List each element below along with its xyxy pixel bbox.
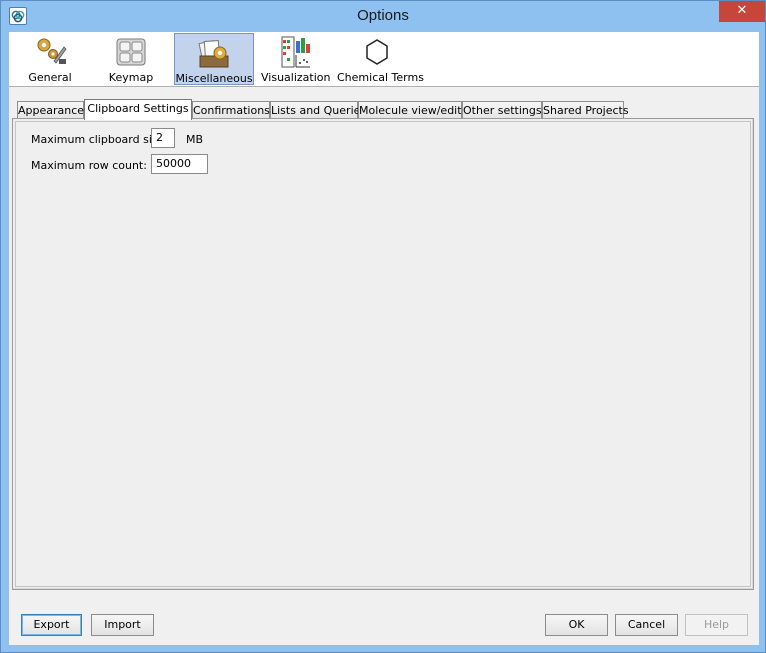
toolbar-visualization[interactable]: Visualization: [261, 33, 331, 85]
help-button[interactable]: Help: [685, 614, 748, 636]
toolbar-chemical-terms[interactable]: Chemical Terms: [337, 33, 424, 85]
keyboard-keys-icon: [114, 35, 148, 69]
folder-gear-icon: [197, 36, 231, 70]
dialog-body: General Keymap Miscellaneous Visualizati…: [9, 32, 759, 645]
toolbar-label: Keymap: [108, 71, 154, 84]
max-clipboard-size-input[interactable]: 2: [151, 128, 175, 148]
import-button[interactable]: Import: [91, 614, 154, 636]
options-window: Options ✕ General Keymap Miscellaneous V…: [0, 0, 766, 653]
toolbar-general[interactable]: General: [13, 33, 87, 85]
gears-wrench-icon: [33, 35, 67, 69]
settings-tab-strip: Appearance Clipboard Settings Confirmati…: [17, 99, 757, 120]
chart-visualization-icon: [278, 35, 312, 69]
max-row-count-input[interactable]: 50000: [151, 154, 208, 174]
tab-appearance[interactable]: Appearance: [17, 101, 84, 119]
max-clipboard-size-unit: MB: [186, 133, 204, 146]
tab-lists-and-queries[interactable]: Lists and Queries: [270, 101, 366, 119]
clipboard-settings-panel: Maximum clipboard size: 2 MB Maximum row…: [12, 118, 754, 590]
tab-clipboard-settings[interactable]: Clipboard Settings: [84, 99, 192, 120]
toolbar-label: Miscellaneous: [175, 72, 253, 85]
toolbar-keymap[interactable]: Keymap: [95, 33, 167, 85]
toolbar-miscellaneous[interactable]: Miscellaneous: [174, 33, 254, 85]
benzene-ring-icon: [360, 35, 394, 69]
panel-border: [15, 121, 751, 587]
tab-other-settings[interactable]: Other settings: [462, 101, 542, 119]
tab-molecule-view-edit[interactable]: Molecule view/edit: [358, 101, 462, 119]
cancel-button[interactable]: Cancel: [615, 614, 678, 636]
ok-button[interactable]: OK: [545, 614, 608, 636]
close-button[interactable]: ✕: [719, 1, 765, 22]
title-bar[interactable]: Options ✕: [1, 1, 765, 32]
export-button[interactable]: Export: [21, 614, 82, 636]
toolbar-label: General: [28, 71, 72, 84]
category-toolbar: General Keymap Miscellaneous Visualizati…: [9, 32, 759, 87]
max-row-count-label: Maximum row count:: [31, 159, 147, 172]
toolbar-label: Chemical Terms: [337, 71, 424, 84]
tab-confirmations[interactable]: Confirmations: [192, 101, 270, 119]
toolbar-label: Visualization: [261, 71, 331, 84]
window-title: Options: [357, 7, 409, 24]
tab-shared-projects[interactable]: Shared Projects: [542, 101, 629, 119]
max-clipboard-size-label: Maximum clipboard size:: [31, 133, 169, 146]
